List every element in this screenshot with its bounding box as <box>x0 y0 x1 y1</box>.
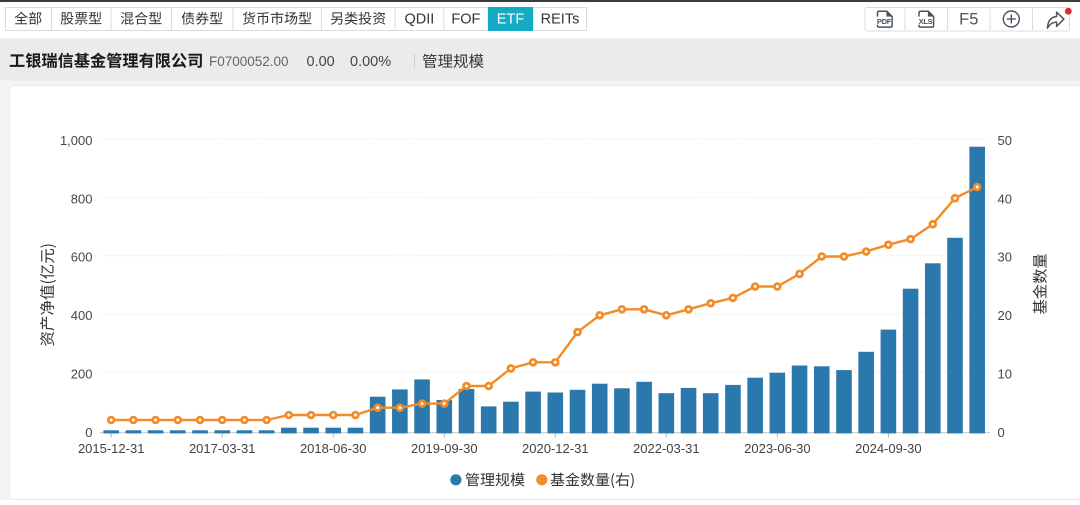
svg-text:20: 20 <box>998 308 1012 323</box>
svg-text:ETF: ETF <box>497 12 525 28</box>
svg-text:XLS: XLS <box>919 17 933 26</box>
svg-text:2017-03-31: 2017-03-31 <box>189 441 256 456</box>
svg-text:600: 600 <box>71 250 93 265</box>
svg-text:2015-12-31: 2015-12-31 <box>78 441 145 456</box>
svg-text:0: 0 <box>85 425 92 440</box>
svg-text:QDII: QDII <box>404 12 434 28</box>
svg-text:800: 800 <box>71 191 93 206</box>
svg-text:2020-12-31: 2020-12-31 <box>522 441 589 456</box>
svg-text:0.00: 0.00 <box>307 54 335 70</box>
svg-text:2024-09-30: 2024-09-30 <box>855 441 922 456</box>
svg-text:200: 200 <box>71 366 93 381</box>
svg-text:2022-03-31: 2022-03-31 <box>633 441 700 456</box>
svg-text:F5: F5 <box>959 11 978 29</box>
svg-text:30: 30 <box>998 250 1012 265</box>
svg-text:10: 10 <box>998 366 1012 381</box>
svg-text:2018-06-30: 2018-06-30 <box>300 441 367 456</box>
svg-text:PDF: PDF <box>877 17 892 26</box>
svg-text:50: 50 <box>998 133 1012 148</box>
svg-text:2023-06-30: 2023-06-30 <box>744 441 811 456</box>
svg-text:FOF: FOF <box>451 12 480 28</box>
svg-text:0.00%: 0.00% <box>350 54 391 70</box>
svg-text:400: 400 <box>71 308 93 323</box>
svg-text:REITs: REITs <box>541 12 580 28</box>
svg-text:40: 40 <box>998 191 1012 206</box>
svg-text:2019-09-30: 2019-09-30 <box>411 441 478 456</box>
svg-text:1,000: 1,000 <box>60 133 93 148</box>
svg-text:0: 0 <box>998 425 1005 440</box>
svg-text:F0700052.00: F0700052.00 <box>209 54 289 69</box>
